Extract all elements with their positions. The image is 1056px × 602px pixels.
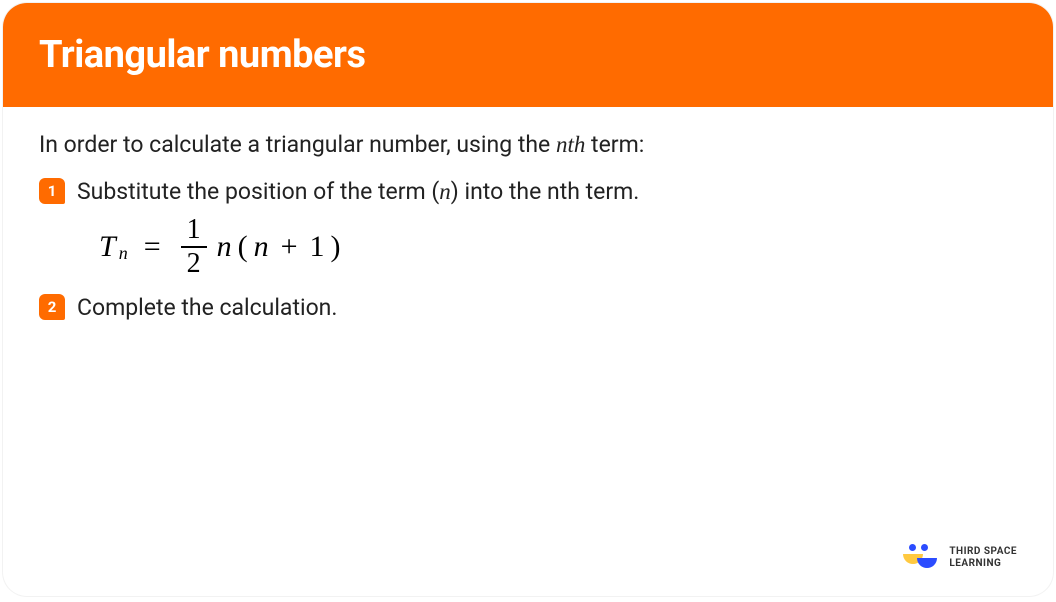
formula-n1: n <box>217 230 232 264</box>
step-2-text: Complete the calculation. <box>77 292 337 324</box>
step-2: 2 Complete the calculation. <box>39 292 1017 324</box>
brand-line1: THIRD SPACE <box>949 546 1017 558</box>
frac-den: 2 <box>181 246 207 278</box>
formula-n2: n <box>254 230 269 264</box>
formula-sub: n <box>119 243 128 264</box>
header: Triangular numbers <box>3 3 1053 107</box>
formula-close: ) <box>331 230 341 264</box>
step-badge-2: 2 <box>39 294 65 320</box>
step-1-after: ) into the nth term. <box>451 178 640 205</box>
formula-open: ( <box>238 230 248 264</box>
nth-var: nth <box>556 132 585 157</box>
formula-T: T <box>99 230 116 264</box>
step-1-var: n <box>439 179 451 204</box>
step-2-before: Complete the calculation. <box>77 294 337 321</box>
formula-one: 1 <box>310 230 325 264</box>
brand-logo: THIRD SPACE LEARNING <box>903 544 1017 572</box>
page-title: Triangular numbers <box>39 33 1017 77</box>
card: Triangular numbers In order to calculate… <box>3 3 1053 596</box>
step-1-text: Substitute the position of the term (n) … <box>77 176 639 208</box>
step-1-before: Substitute the position of the term ( <box>77 178 439 205</box>
step-1: 1 Substitute the position of the term (n… <box>39 176 1017 208</box>
formula-plus: + <box>281 230 298 264</box>
formula-fraction: 1 2 <box>181 216 207 278</box>
intro-before: In order to calculate a triangular numbe… <box>39 131 556 158</box>
frac-num: 1 <box>181 216 207 246</box>
brand-text: THIRD SPACE LEARNING <box>949 546 1017 570</box>
brand-line2: LEARNING <box>949 558 1017 570</box>
brand-logo-icon <box>903 544 939 572</box>
formula-eq: = <box>144 230 161 264</box>
intro-text: In order to calculate a triangular numbe… <box>39 131 1017 158</box>
step-badge-1: 1 <box>39 178 65 204</box>
intro-after: term: <box>585 131 644 158</box>
content: In order to calculate a triangular numbe… <box>3 107 1053 356</box>
formula: Tn = 1 2 n(n+1) <box>99 216 1017 278</box>
